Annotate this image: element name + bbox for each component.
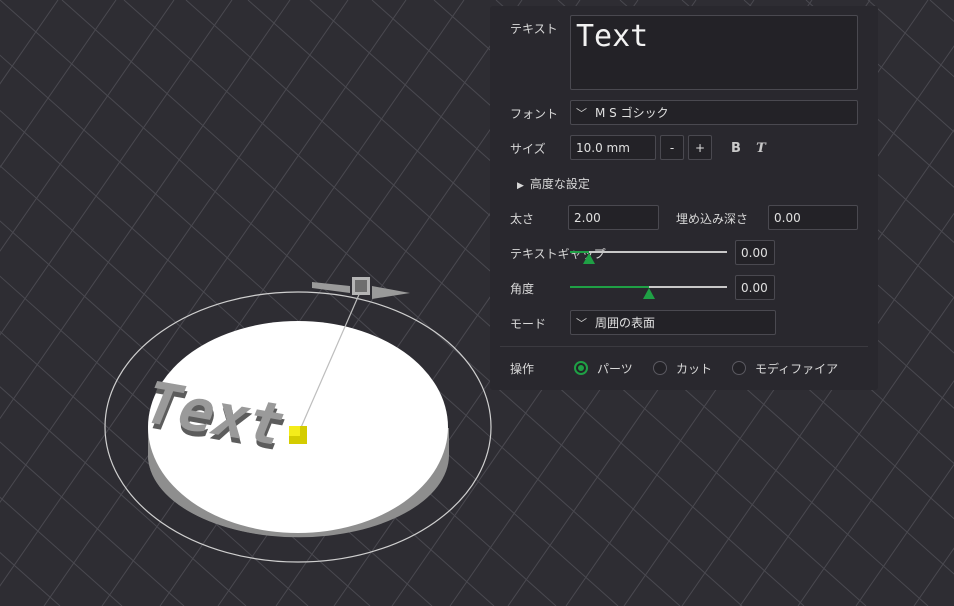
size-input[interactable]: 10.0 mm — [570, 135, 656, 160]
thickness-input[interactable]: 2.00 — [568, 205, 659, 230]
size-increase-button[interactable]: + — [688, 135, 712, 160]
chevron-down-icon: ﹀ — [576, 316, 587, 330]
angle-slider-thumb[interactable] — [643, 288, 655, 299]
font-dropdown[interactable]: ﹀ M S ゴシック — [570, 100, 858, 125]
italic-button[interactable]: T — [753, 140, 769, 156]
emboss-depth-label: 埋め込み深さ — [676, 212, 749, 226]
size-label: サイズ — [510, 142, 546, 156]
operation-radio-modifier[interactable] — [732, 361, 746, 375]
operation-option-modifier[interactable]: モディファイア — [732, 360, 852, 376]
text-gap-slider[interactable] — [570, 242, 727, 266]
angle-label: 角度 — [510, 282, 535, 296]
angle-input[interactable]: 0.00 — [735, 275, 775, 300]
operation-option-part[interactable]: パーツ — [574, 360, 644, 376]
operation-option-label: モディファイア — [755, 362, 839, 376]
panel-divider — [500, 346, 868, 347]
advanced-settings-label: 高度な設定 — [529, 177, 590, 191]
font-label: フォント — [510, 107, 559, 121]
text-label: テキスト — [510, 22, 558, 36]
mode-dropdown[interactable]: ﹀ 周囲の表面 — [570, 310, 776, 335]
operation-radio-cut[interactable] — [653, 361, 667, 375]
text-tool-panel: テキスト Text フォント ﹀ M S ゴシック サイズ 10.0 mm - … — [490, 6, 878, 390]
angle-slider-fill — [570, 286, 649, 288]
operation-option-label: パーツ — [597, 362, 633, 376]
move-handle-icon[interactable] — [289, 426, 307, 444]
mode-dropdown-value: 周囲の表面 — [595, 316, 656, 330]
text-gap-input[interactable]: 0.00 — [735, 240, 775, 265]
operation-option-cut[interactable]: カット — [653, 360, 723, 376]
bold-button[interactable]: B — [728, 140, 744, 156]
text-input[interactable]: Text — [570, 15, 858, 90]
advanced-settings-toggle[interactable]: ▶ 高度な設定 — [517, 175, 590, 192]
thickness-label: 太さ — [510, 212, 535, 226]
operation-option-label: カット — [676, 362, 713, 376]
text-gap-slider-thumb[interactable] — [583, 253, 595, 264]
chevron-down-icon: ﹀ — [576, 106, 587, 120]
emboss-depth-input[interactable]: 0.00 — [768, 205, 858, 230]
size-decrease-button[interactable]: - — [660, 135, 684, 160]
mode-label: モード — [510, 317, 547, 331]
angle-slider[interactable] — [570, 277, 727, 301]
triangle-right-icon: ▶ — [517, 181, 524, 191]
operation-radio-part[interactable] — [574, 361, 588, 375]
operation-label: 操作 — [510, 362, 535, 376]
font-dropdown-value: M S ゴシック — [595, 106, 669, 120]
